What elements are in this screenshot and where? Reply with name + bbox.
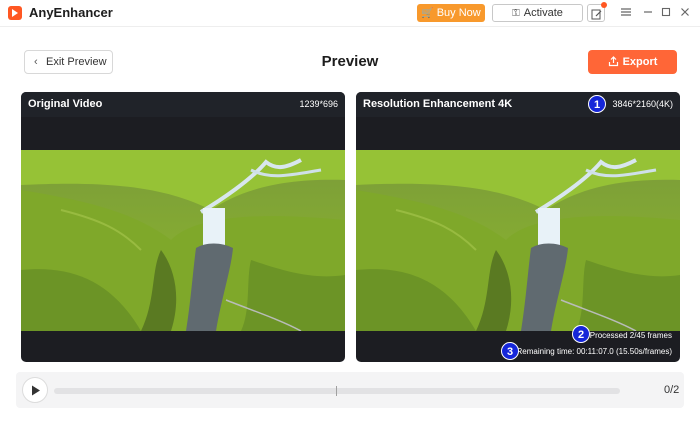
enhanced-video-frame bbox=[356, 150, 680, 331]
activate-button[interactable]: ⚿ Activate bbox=[492, 4, 583, 22]
export-button[interactable]: Export bbox=[588, 50, 677, 74]
maximize-icon[interactable] bbox=[659, 6, 673, 20]
frame-count: 0/2 bbox=[664, 384, 680, 396]
progress-tick bbox=[336, 386, 337, 396]
cart-icon: 🛒 bbox=[421, 8, 434, 19]
original-video-frame bbox=[21, 150, 345, 331]
play-button[interactable] bbox=[22, 377, 48, 403]
close-icon[interactable] bbox=[678, 6, 692, 20]
player-bar: 0/2 bbox=[16, 372, 684, 408]
original-panel-header: Original Video 1239*696 bbox=[21, 92, 345, 117]
key-icon: ⚿ bbox=[512, 8, 520, 19]
notification-dot bbox=[601, 2, 607, 8]
feedback-icon bbox=[591, 9, 602, 20]
processed-frames-status: Processed 2/45 frames bbox=[589, 331, 672, 340]
progress-track[interactable] bbox=[54, 386, 620, 396]
original-video-title: Original Video bbox=[28, 98, 103, 110]
app-logo-icon bbox=[8, 6, 22, 20]
marker-3: 3 bbox=[501, 342, 519, 360]
buy-now-button[interactable]: 🛒 Buy Now bbox=[417, 4, 485, 22]
original-video-panel: Original Video 1239*696 bbox=[21, 92, 345, 362]
minimize-icon[interactable] bbox=[641, 6, 655, 20]
title-bar: AnyEnhancer 🛒 Buy Now ⚿ Activate bbox=[0, 0, 700, 27]
remaining-time-status: Remaining time: 00:11:07.0 (15.50s/frame… bbox=[516, 347, 672, 356]
enhanced-panel-header: Resolution Enhancement 4K 3846*2160(4K) bbox=[356, 92, 680, 117]
enhanced-video-title: Resolution Enhancement 4K bbox=[363, 98, 513, 110]
buy-now-label: Buy Now bbox=[436, 7, 481, 19]
activate-label: Activate bbox=[523, 7, 563, 19]
marker-1: 1 bbox=[588, 95, 606, 113]
enhanced-resolution: 3846*2160(4K) bbox=[612, 99, 673, 109]
marker-2: 2 bbox=[572, 325, 590, 343]
export-label: Export bbox=[622, 56, 658, 68]
export-icon bbox=[608, 52, 619, 76]
play-icon bbox=[32, 385, 40, 396]
menu-icon[interactable] bbox=[619, 6, 633, 20]
enhanced-video-panel: Resolution Enhancement 4K 3846*2160(4K) … bbox=[356, 92, 680, 362]
app-name: AnyEnhancer bbox=[29, 5, 113, 20]
original-resolution: 1239*696 bbox=[299, 99, 338, 109]
